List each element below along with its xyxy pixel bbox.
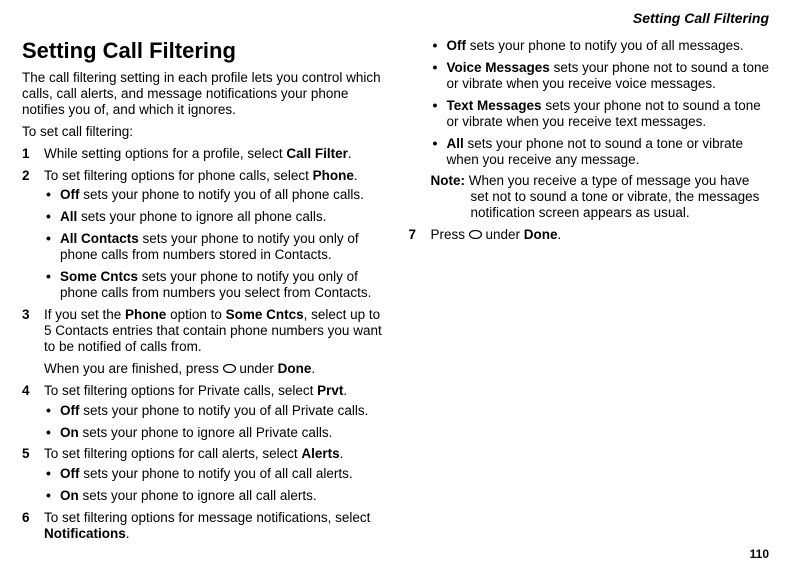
intro-paragraph: The call filtering setting in each profi… (22, 70, 383, 118)
sub-item: Some Cntcs sets your phone to notify you… (44, 269, 383, 301)
bold-text: Done (278, 361, 312, 376)
sub-item: All Contacts sets your phone to notify y… (44, 231, 383, 263)
step-item: 5 To set filtering options for call alert… (22, 446, 383, 504)
sub-item: On sets your phone to ignore all Private… (44, 425, 383, 441)
page-number: 110 (750, 547, 769, 561)
step-number: 1 (22, 146, 30, 162)
step-text: To set filtering options for phone calls… (44, 168, 383, 184)
bold-text: Voice Messages (447, 60, 550, 75)
bold-text: Text Messages (447, 98, 542, 113)
sub-item: Text Messages sets your phone not to sou… (431, 98, 770, 130)
step-text: Press under Done. (431, 227, 770, 243)
step-item: 7 Press under Done. (409, 227, 770, 243)
step-item: 3 If you set the Phone option to Some Cnt… (22, 307, 383, 377)
bold-text: Off (60, 187, 80, 202)
step-text: To set filtering options for call alerts… (44, 446, 383, 462)
bold-text: Notifications (44, 526, 126, 541)
step-number: 7 (409, 227, 417, 243)
sub-item: Voice Messages sets your phone not to so… (431, 60, 770, 92)
sub-item: Off sets your phone to notify you of all… (44, 403, 383, 419)
prompt-line: To set call filtering: (22, 124, 383, 140)
step-item: 1 While setting options for a profile, se… (22, 146, 383, 162)
under-key-icon (469, 230, 482, 239)
sub-item: Off sets your phone to notify you of all… (44, 466, 383, 482)
step-number: 3 (22, 307, 30, 323)
step-extra: When you are finished, press under Done. (44, 361, 383, 377)
bold-text: Phone (313, 168, 354, 183)
bold-text: Phone (125, 307, 166, 322)
sub-item: Off sets your phone to notify you of all… (431, 38, 770, 54)
step-number: 6 (22, 510, 30, 526)
note: Note: When you receive a type of message… (431, 173, 770, 221)
bold-text: On (60, 425, 79, 440)
sub-item: All sets your phone not to sound a tone … (431, 136, 770, 168)
step-text: To set filtering options for message not… (44, 510, 383, 542)
content-columns: Setting Call Filtering The call filterin… (22, 38, 769, 548)
bold-text: On (60, 488, 79, 503)
bold-text: Some Cntcs (226, 307, 304, 322)
step-number: 4 (22, 383, 30, 399)
bold-text: All (60, 209, 77, 224)
step-text: While setting options for a profile, sel… (44, 146, 383, 162)
sub-list: Off sets your phone to notify you of all… (44, 466, 383, 504)
bold-text: All Contacts (60, 231, 139, 246)
step-text: To set filtering options for Private cal… (44, 383, 383, 399)
step-number: 5 (22, 446, 30, 462)
bold-text: Off (60, 466, 80, 481)
step-text: If you set the Phone option to Some Cntc… (44, 307, 383, 355)
bold-text: Off (60, 403, 80, 418)
step-item: 2 To set filtering options for phone call… (22, 168, 383, 301)
sub-list: Off sets your phone to notify you of all… (44, 403, 383, 441)
sub-list: Off sets your phone to notify you of all… (431, 38, 770, 167)
sub-item: On sets your phone to ignore all call al… (44, 488, 383, 504)
bold-text: Prvt (317, 383, 343, 398)
under-key-icon (223, 364, 236, 373)
note-label: Note: (431, 173, 466, 188)
step-item: 4 To set filtering options for Private ca… (22, 383, 383, 441)
sub-item: All sets your phone to ignore all phone … (44, 209, 383, 225)
step-number: 2 (22, 168, 30, 184)
bold-text: Call Filter (286, 146, 348, 161)
bold-text: Off (447, 38, 467, 53)
bold-text: Alerts (301, 446, 339, 461)
bold-text: Some Cntcs (60, 269, 138, 284)
running-header: Setting Call Filtering (633, 10, 769, 27)
bold-text: Done (524, 227, 558, 242)
sub-list: Off sets your phone to notify you of all… (44, 187, 383, 301)
sub-item: Off sets your phone to notify you of all… (44, 187, 383, 203)
page-title: Setting Call Filtering (22, 38, 383, 64)
bold-text: All (447, 136, 464, 151)
